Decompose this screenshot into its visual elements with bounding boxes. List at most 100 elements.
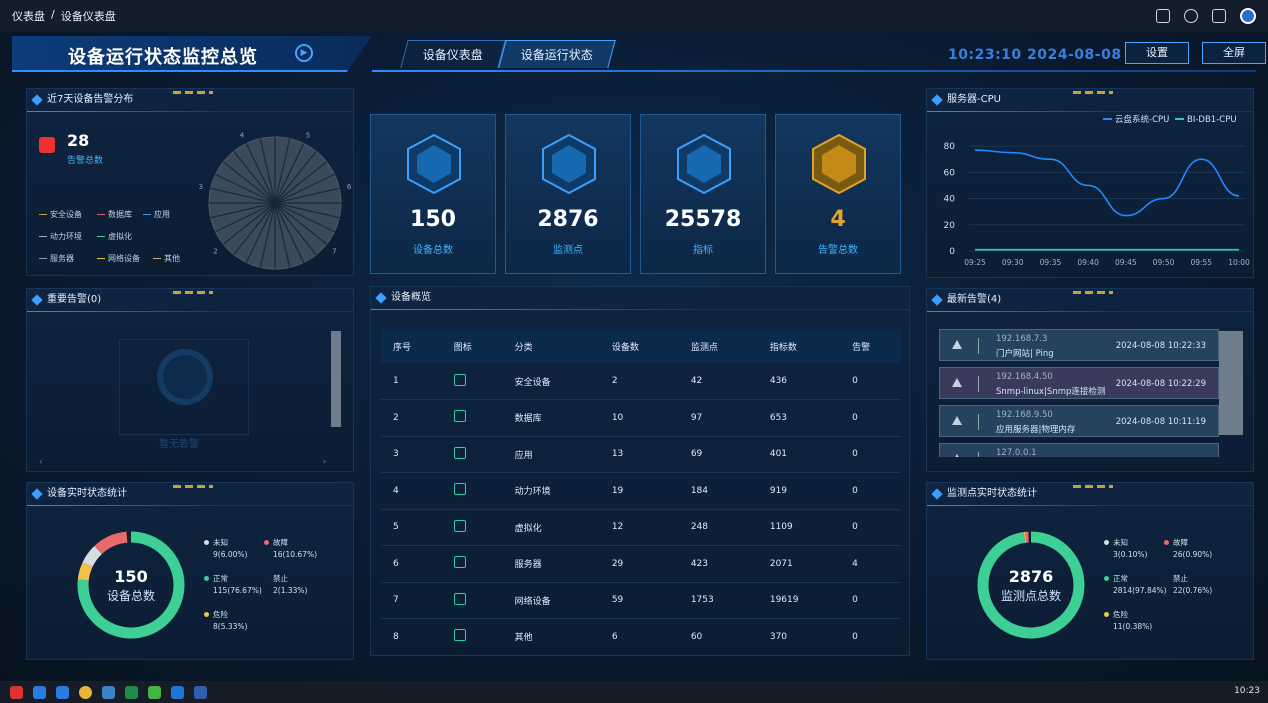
kpi-card[interactable]: 25578 指标: [640, 114, 766, 274]
panel-title: 监测点实时状态统计: [927, 483, 1253, 505]
table-row[interactable]: 1 安全设备 2 42 436 0: [381, 363, 901, 400]
table-row[interactable]: 4 动力环境 19 184 919 0: [381, 472, 901, 510]
table-cell: 423: [678, 545, 758, 583]
x-tick-label: 10:00: [1228, 258, 1250, 267]
table-row[interactable]: 5 虚拟化 12 248 1109 0: [381, 509, 901, 546]
table-cell: 2: [381, 399, 442, 437]
rose-label: 2: [213, 247, 217, 255]
fullscreen-button[interactable]: 全屏: [1202, 42, 1266, 64]
scroll-right-icon[interactable]: ›: [323, 457, 326, 466]
chrome-icon[interactable]: [79, 685, 92, 699]
breadcrumb-home[interactable]: 仪表盘: [12, 8, 45, 24]
donut-total-label: 监测点总数: [1000, 589, 1061, 603]
table-cell: 436: [757, 363, 841, 400]
taskbar: 10:23: [0, 681, 1268, 703]
legend-item[interactable]: 网络设备: [97, 253, 140, 264]
status-legend-item: 禁止 22(0.76%): [1164, 573, 1212, 597]
tab-device-status[interactable]: 设备运行状态: [498, 40, 616, 68]
legend-label: 云盘系统-CPU: [1115, 114, 1169, 125]
table-cell: 0: [840, 582, 901, 619]
alert-message: Snmp-linux|Snmp连接检测: [996, 387, 1106, 397]
alert-item[interactable]: 192.168.9.50 应用服务器|物理内存 2024-08-08 10:11:1…: [939, 405, 1219, 437]
table-cell: 653: [757, 399, 841, 437]
x-tick-label: 09:25: [964, 258, 986, 267]
table-cell: 数据库: [502, 399, 600, 437]
refresh-icon[interactable]: [1184, 9, 1198, 23]
alert-ip: 192.168.4.50: [996, 372, 1053, 382]
donut-segment: [94, 531, 128, 555]
panel-title: 近7天设备告警分布: [27, 89, 353, 111]
table-cell: 13: [599, 436, 679, 473]
table-row[interactable]: 7 网络设备 59 1753 19619 0: [381, 582, 901, 619]
series-line: [974, 149, 1240, 217]
vertical-scrollbar[interactable]: [331, 331, 341, 427]
kpi-value: 2876: [537, 207, 599, 232]
alert-time: 2024-08-08 10:22:33: [1115, 341, 1206, 351]
column-header: 图标: [441, 329, 503, 363]
alert-item[interactable]: 192.168.4.50 Snmp-linux|Snmp连接检测 2024-08-0…: [939, 367, 1219, 399]
legend-item[interactable]: 应用: [143, 209, 170, 220]
browser-icon[interactable]: [171, 685, 184, 699]
rose-label: 6: [347, 183, 352, 191]
home-icon[interactable]: [1156, 9, 1170, 23]
table-cell: 19: [599, 472, 679, 510]
donut-total-label: 设备总数: [106, 589, 155, 603]
alert-item[interactable]: 127.0.0.1: [939, 443, 1219, 457]
column-header: 告警: [840, 329, 901, 363]
table-cell: 动力环境: [502, 472, 600, 510]
category-icon: [441, 545, 503, 583]
avatar[interactable]: [1240, 8, 1256, 24]
panel-point-status: 监测点实时状态统计 2876 监测点总数 未知 3(0.10%) 故障 26(0.90…: [926, 482, 1254, 660]
donut-segment: [82, 546, 103, 568]
legend-label: BI-DB1-CPU: [1187, 115, 1237, 125]
legend-item[interactable]: 动力环境: [39, 231, 82, 242]
edge-icon[interactable]: [56, 685, 69, 699]
category-icon: [441, 472, 503, 510]
table-cell: 69: [678, 436, 758, 473]
kpi-card[interactable]: 4 告警总数: [775, 114, 901, 274]
x-tick-label: 09:30: [1002, 258, 1024, 267]
status-legend-item: 正常 115(76.67%): [204, 573, 262, 597]
legend-item[interactable]: 其他: [153, 253, 180, 264]
rose-label: 5: [306, 132, 310, 140]
app-icon[interactable]: [10, 685, 23, 699]
tab-device-dashboard[interactable]: 设备仪表盘: [400, 40, 506, 68]
y-tick-label: 60: [944, 168, 956, 178]
legend-item[interactable]: 服务器: [39, 253, 74, 264]
settings-button[interactable]: 设置: [1125, 42, 1189, 64]
table-cell: 2: [599, 363, 679, 400]
play-icon[interactable]: ▶: [295, 44, 313, 62]
legend-item[interactable]: 数据库: [97, 209, 132, 220]
empty-text: 暂无告警: [159, 439, 199, 450]
table-cell: 虚拟化: [502, 509, 600, 546]
dashboard-stage: 设备运行状态监控总览 ▶ 设备仪表盘 设备运行状态 10:23:10 2024-…: [0, 32, 1268, 681]
kpi-card[interactable]: 150 设备总数: [370, 114, 496, 274]
warning-icon: [952, 340, 962, 349]
bell-icon[interactable]: [1212, 9, 1226, 23]
table-cell: 19619: [757, 582, 841, 619]
dashboard-header: 设备运行状态监控总览 ▶ 设备仪表盘 设备运行状态 10:23:10 2024-…: [12, 36, 1266, 76]
table-row[interactable]: 6 服务器 29 423 2071 4: [381, 545, 901, 583]
table-row[interactable]: 2 数据库 10 97 653 0: [381, 399, 901, 437]
wechat-icon[interactable]: [148, 685, 161, 699]
table-cell: 网络设备: [502, 582, 600, 619]
table-cell: 29: [599, 545, 679, 583]
kpi-card[interactable]: 2876 监测点: [505, 114, 631, 274]
ie-icon[interactable]: [33, 685, 46, 699]
table-cell: 服务器: [502, 545, 600, 583]
legend-item[interactable]: 安全设备: [39, 209, 82, 220]
category-icon: [441, 582, 503, 619]
alert-time: 2024-08-08 10:11:19: [1115, 417, 1206, 427]
alert-item[interactable]: 192.168.7.3 门户网站| Ping 2024-08-08 10:22:33: [939, 329, 1219, 361]
x-tick-label: 09:55: [1190, 258, 1212, 267]
table-row[interactable]: 3 应用 13 69 401 0: [381, 436, 901, 473]
word-icon[interactable]: [194, 685, 207, 699]
legend-item[interactable]: 虚拟化: [97, 231, 132, 242]
scroll-left-icon[interactable]: ‹: [39, 457, 42, 466]
table-row[interactable]: 8 其他 6 60 370 0: [381, 618, 901, 656]
folder-icon[interactable]: [102, 685, 115, 699]
kpi-label: 监测点: [553, 245, 583, 256]
excel-icon[interactable]: [125, 685, 138, 699]
vertical-scrollbar[interactable]: [1219, 331, 1243, 435]
alert-ip: 192.168.9.50: [996, 410, 1053, 420]
